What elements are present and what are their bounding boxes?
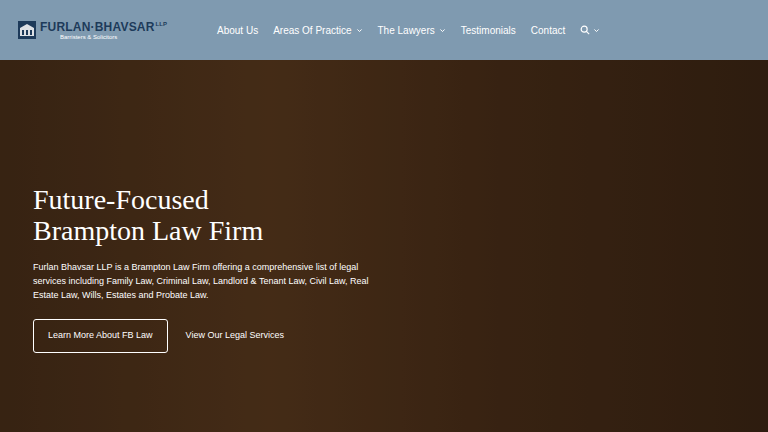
hero-title: Future-FocusedBrampton Law Firm — [33, 184, 768, 246]
chevron-down-icon — [439, 27, 446, 34]
logo[interactable]: FURLAN·BHAVSARLLP Barristers & Solicitors — [17, 20, 207, 40]
main-nav: About Us Areas Of Practice The Lawyers Test… — [217, 23, 600, 38]
hero-description: Furlan Bhavsar LLP is a Brampton Law Fir… — [33, 260, 378, 302]
chevron-down-icon — [593, 27, 600, 34]
logo-suffix: LLP — [156, 21, 167, 27]
logo-name: FURLAN·BHAVSAR — [40, 21, 155, 33]
logo-icon — [17, 20, 37, 40]
page: FURLAN·BHAVSARLLP Barristers & Solicitors… — [0, 0, 768, 432]
hero-button[interactable]: View Our Legal Services — [184, 320, 286, 352]
search-icon — [580, 25, 590, 35]
nav-item[interactable]: Contact — [531, 23, 565, 38]
nav-item[interactable]: Areas Of Practice — [273, 23, 362, 38]
hero: Future-FocusedBrampton Law Firm Furlan Bh… — [0, 60, 768, 432]
nav-item[interactable]: About Us — [217, 23, 258, 38]
hero-buttons: Learn More About FB Law View Our Legal Se… — [33, 319, 768, 353]
logo-tagline: Barristers & Solicitors — [40, 34, 167, 40]
nav-item[interactable]: Testimonials — [461, 23, 516, 38]
site-header: FURLAN·BHAVSARLLP Barristers & Solicitors… — [0, 0, 768, 60]
chevron-down-icon — [356, 27, 363, 34]
hero-button[interactable]: Learn More About FB Law — [33, 319, 168, 353]
search-button[interactable] — [580, 25, 600, 35]
nav-item[interactable]: The Lawyers — [378, 23, 446, 38]
hero-overlay: Future-FocusedBrampton Law Firm Furlan Bh… — [0, 60, 768, 432]
